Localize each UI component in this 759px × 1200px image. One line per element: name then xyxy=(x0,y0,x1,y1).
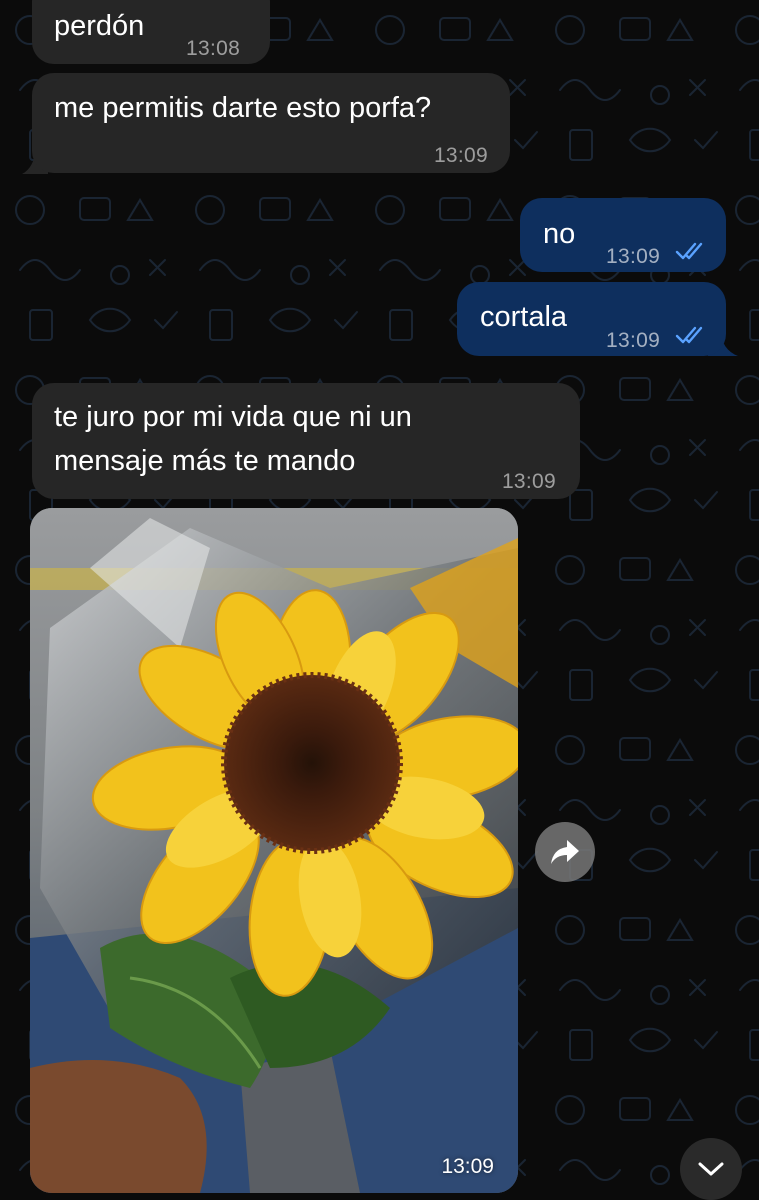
message-bubble-incoming[interactable]: perdón 13:08 xyxy=(32,0,270,64)
message-bubble-incoming[interactable]: me permitis darte esto porfa? 13:09 xyxy=(32,73,510,173)
message-bubble-outgoing[interactable]: cortala 13:09 xyxy=(457,282,726,356)
message-text-line-2: mensaje más te mando xyxy=(54,445,356,477)
scroll-to-bottom-button[interactable] xyxy=(680,1138,742,1200)
message-text: perdón xyxy=(54,10,145,42)
message-text: me permitis darte esto porfa? xyxy=(54,92,432,124)
message-bubble-outgoing[interactable]: no 13:09 xyxy=(520,198,726,272)
message-text: no xyxy=(543,218,576,250)
message-time: 13:08 xyxy=(186,37,241,60)
message-time: 13:09 xyxy=(501,470,556,493)
forward-arrow-icon xyxy=(551,840,579,864)
message-bubble-incoming[interactable]: te juro por mi vida que ni un mensaje má… xyxy=(32,383,580,499)
message-text-line-1: te juro por mi vida que ni un xyxy=(54,401,412,433)
forward-button[interactable] xyxy=(535,822,595,882)
message-time: 13:09 xyxy=(606,245,661,268)
message-time: 13:09 xyxy=(441,1155,494,1178)
message-text: cortala xyxy=(480,301,568,333)
message-time: 13:09 xyxy=(433,144,488,167)
image-message[interactable]: 13:09 xyxy=(30,508,518,1193)
message-time: 13:09 xyxy=(606,329,661,352)
sunflower-photo xyxy=(30,508,518,1193)
chevron-down-icon xyxy=(698,1162,724,1176)
double-check-icon xyxy=(675,326,703,344)
double-check-icon xyxy=(675,242,703,260)
